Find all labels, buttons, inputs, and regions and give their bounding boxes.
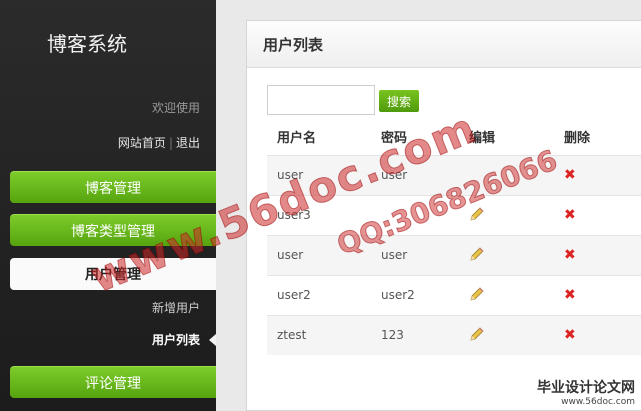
sidebar: 博客系统 欢迎使用 网站首页 | 退出 博客管理 博客类型管理 用户管理 新增用户 …: [0, 0, 216, 411]
table-row: user user ✖: [267, 234, 641, 275]
user-list-panel: 用户列表 搜索 用户名 密码 编辑 删除 user user ✖ user3 ✖ user…: [246, 20, 641, 411]
cell-edit: [469, 234, 556, 275]
nav-blog-manage[interactable]: 博客管理: [10, 171, 216, 203]
cell-edit: [469, 154, 556, 195]
table-header-row: 用户名 密码 编辑 删除: [267, 118, 641, 155]
panel-title: 用户列表: [247, 21, 641, 68]
welcome-text: 欢迎使用: [151, 101, 200, 115]
cell-password: user: [381, 154, 469, 195]
cell-edit: [469, 314, 556, 355]
table-row: ztest 123 ✖: [267, 314, 641, 355]
table-row: user3 ✖: [267, 194, 641, 235]
cell-delete: ✖: [556, 154, 641, 195]
pencil-icon[interactable]: [469, 286, 485, 302]
cell-edit: [469, 274, 556, 315]
nav-user-manage[interactable]: 用户管理: [10, 258, 216, 290]
logout-link[interactable]: 退出: [176, 136, 200, 150]
cell-delete: ✖: [556, 314, 641, 355]
delete-icon[interactable]: ✖: [564, 327, 576, 343]
link-separator: |: [168, 136, 173, 150]
cell-username: ztest: [267, 314, 381, 355]
footer-logo-title: 毕业设计论文网: [537, 380, 635, 396]
nav-comment-manage[interactable]: 评论管理: [10, 366, 216, 398]
delete-icon[interactable]: ✖: [564, 207, 576, 223]
cell-password: 123: [381, 314, 469, 355]
pencil-icon[interactable]: [469, 326, 485, 342]
top-links: 网站首页 | 退出: [118, 134, 200, 151]
cell-username: user: [267, 234, 381, 275]
brand-title: 博客系统: [47, 32, 127, 56]
header-delete: 删除: [564, 130, 591, 146]
cell-delete: ✖: [556, 234, 641, 275]
cell-password: user2: [381, 274, 469, 315]
header-edit: 编辑: [469, 130, 496, 146]
cell-username: user2: [267, 274, 381, 315]
subnav-add-user[interactable]: 新增用户: [152, 299, 200, 316]
cell-username: user: [267, 154, 381, 195]
delete-icon[interactable]: ✖: [564, 167, 576, 183]
cell-password: user: [381, 234, 469, 275]
cell-edit: [469, 194, 556, 235]
footer-logo-url: www.56doc.com: [561, 397, 635, 407]
home-link[interactable]: 网站首页: [118, 136, 166, 150]
nav-blog-type-manage[interactable]: 博客类型管理: [10, 214, 216, 246]
cell-password: [381, 194, 469, 235]
subnav-user-list[interactable]: 用户列表: [152, 331, 200, 348]
search-input[interactable]: [267, 85, 375, 115]
cell-username: user3: [267, 194, 381, 235]
cell-delete: ✖: [556, 274, 641, 315]
footer-logo: 毕业设计论文网 www.56doc.com: [537, 377, 635, 407]
table-row: user2 user2 ✖: [267, 274, 641, 315]
pencil-icon[interactable]: [469, 246, 485, 262]
pencil-icon[interactable]: [469, 206, 485, 222]
cell-delete: ✖: [556, 194, 641, 235]
delete-icon[interactable]: ✖: [564, 247, 576, 263]
search-button[interactable]: 搜索: [379, 90, 419, 112]
table-row: user user ✖: [267, 154, 641, 195]
user-table: 用户名 密码 编辑 删除 user user ✖ user3 ✖ user user ✖ use…: [267, 118, 641, 355]
active-pointer-icon: [209, 334, 216, 346]
header-password: 密码: [381, 130, 408, 146]
header-username: 用户名: [277, 130, 317, 146]
delete-icon[interactable]: ✖: [564, 287, 576, 303]
